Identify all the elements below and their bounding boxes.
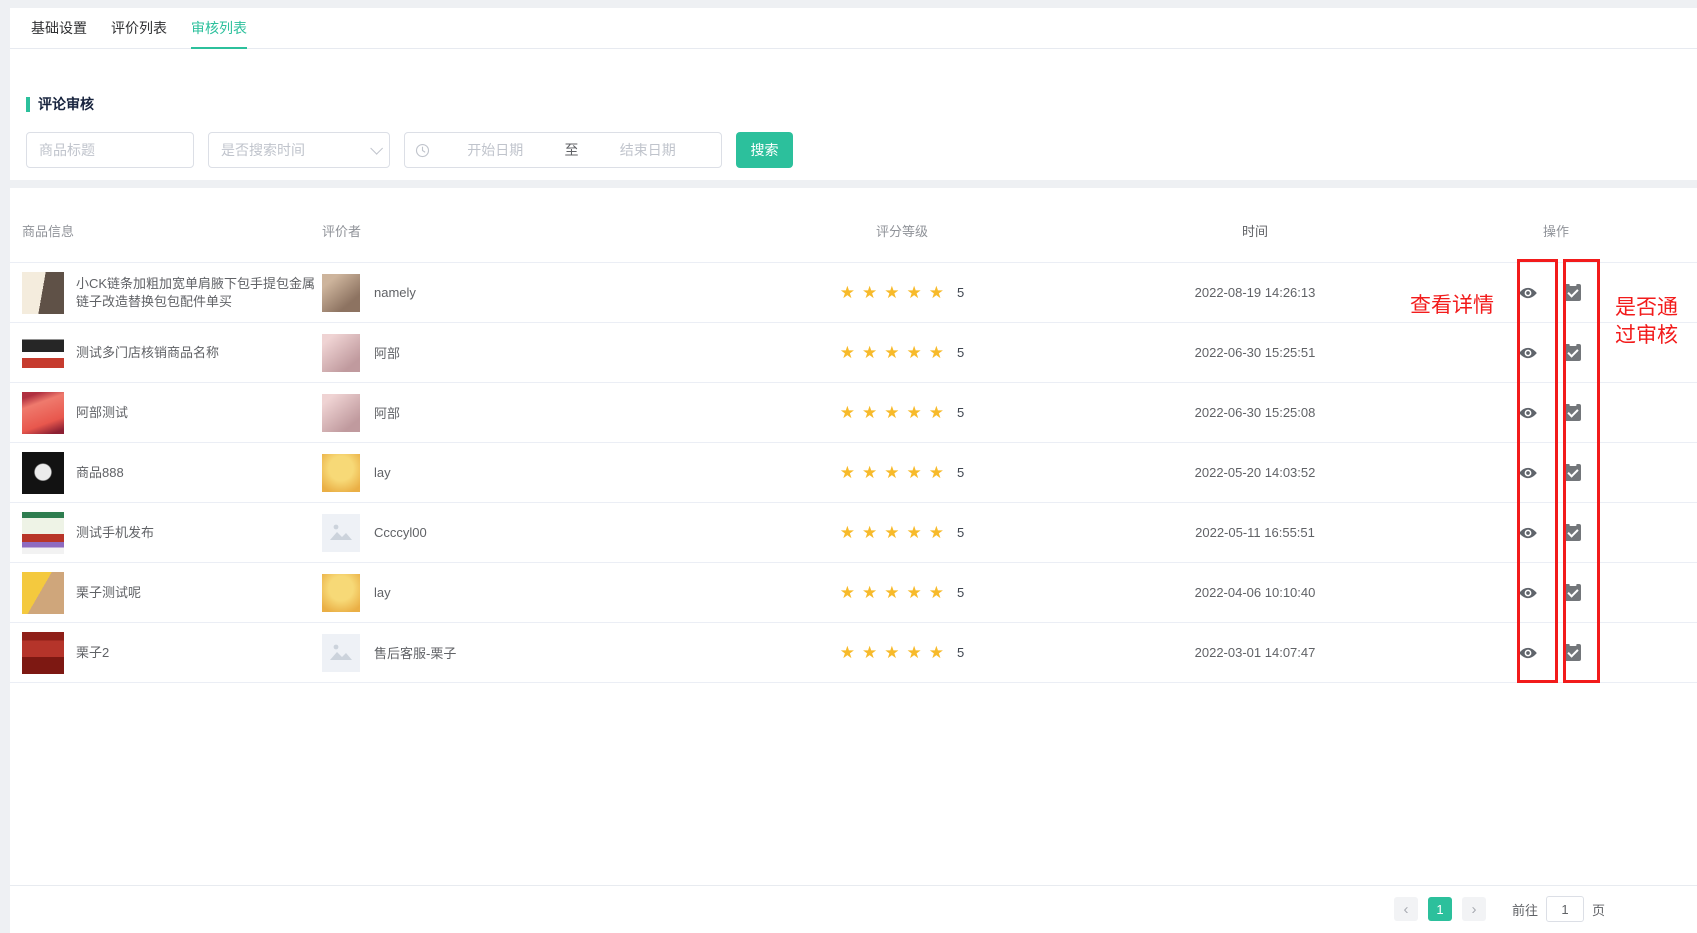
rating-score: 5 <box>957 525 964 540</box>
table-row: 阿部测试 阿部 ★★★★★ 5 2022-06-30 15:25:08 <box>10 383 1697 443</box>
product-image <box>22 632 64 674</box>
review-time: 2022-08-19 14:26:13 <box>1152 285 1358 300</box>
reviewer-avatar <box>322 454 360 492</box>
audit-annotation: 是否通 过审核 <box>1615 294 1697 350</box>
product-title: 阿部测试 <box>76 404 322 422</box>
star-rating: ★★★★★ <box>840 584 951 601</box>
review-time: 2022-05-20 14:03:52 <box>1152 465 1358 480</box>
tab-bar: 基础设置 评价列表 审核列表 <box>10 8 1697 49</box>
product-title: 栗子测试呢 <box>76 584 322 602</box>
date-start-field[interactable]: 开始日期 <box>432 140 559 160</box>
table-header: 商品信息 评价者 评分等级 时间 操作 <box>10 188 1697 263</box>
page-unit-label: 页 <box>1592 900 1605 919</box>
reviewer-name: lay <box>374 465 391 480</box>
header-rating: 评分等级 <box>652 221 1152 240</box>
rating-score: 5 <box>957 345 964 360</box>
product-title: 小CK链条加粗加宽单肩腋下包手提包金属链子改造替换包包配件单买 <box>76 275 322 311</box>
reviewer-name: namely <box>374 285 416 300</box>
review-time: 2022-06-30 15:25:08 <box>1152 405 1358 420</box>
product-image <box>22 512 64 554</box>
image-placeholder-icon <box>328 520 354 546</box>
date-end-field[interactable]: 结束日期 <box>585 140 712 160</box>
section-title: 评论审核 <box>26 94 94 114</box>
product-image <box>22 452 64 494</box>
product-image <box>22 332 64 374</box>
reviewer-name: 售后客服-栗子 <box>374 643 456 662</box>
tab-audit-list[interactable]: 审核列表 <box>191 8 247 48</box>
search-button[interactable]: 搜索 <box>736 132 793 168</box>
search-time-select[interactable]: 是否搜索时间 <box>208 132 390 168</box>
reviewer-avatar <box>322 394 360 432</box>
product-image <box>22 272 64 314</box>
product-image <box>22 392 64 434</box>
filter-card: 基础设置 评价列表 审核列表 评论审核 商品标题 是否搜索时间 开始日期 至 结… <box>10 8 1697 180</box>
rating-score: 5 <box>957 465 964 480</box>
product-title: 商品888 <box>76 464 322 482</box>
star-rating: ★★★★★ <box>840 284 951 301</box>
header-time: 时间 <box>1152 221 1358 240</box>
prev-page-button[interactable]: ‹ <box>1394 897 1418 921</box>
filter-row: 商品标题 是否搜索时间 开始日期 至 结束日期 搜索 <box>26 132 793 168</box>
view-column-highlight-rect <box>1517 259 1558 683</box>
table-row: 商品888 lay ★★★★★ 5 2022-05-20 14:03:52 <box>10 443 1697 503</box>
reviewer-name: Ccccyl00 <box>374 525 427 540</box>
audit-annotation-line2: 过审核 <box>1615 322 1697 350</box>
review-time: 2022-05-11 16:55:51 <box>1152 525 1358 540</box>
product-title: 测试手机发布 <box>76 524 322 542</box>
reviewer-name: 阿部 <box>374 343 400 362</box>
next-icon: › <box>1471 901 1476 918</box>
chevron-down-icon <box>370 142 383 155</box>
section-title-text: 评论审核 <box>38 94 94 114</box>
reviewer-name: 阿部 <box>374 403 400 422</box>
next-page-button[interactable]: › <box>1462 897 1486 921</box>
date-separator: 至 <box>559 140 585 160</box>
table-row: 测试手机发布 Ccccyl00 ★★★★★ 5 2022-05-11 16:55… <box>10 503 1697 563</box>
product-title: 测试多门店核销商品名称 <box>76 344 322 362</box>
table-row: 栗子测试呢 lay ★★★★★ 5 2022-04-06 10:10:40 <box>10 563 1697 623</box>
footer-divider <box>10 885 1697 886</box>
star-rating: ★★★★★ <box>840 344 951 361</box>
product-title: 栗子2 <box>76 644 322 662</box>
table-row: 栗子2 售后客服-栗子 ★★★★★ 5 2022-03-01 14:07:47 <box>10 623 1697 683</box>
goto-label: 前往 <box>1512 900 1538 919</box>
reviewer-avatar <box>322 274 360 312</box>
table-row: 测试多门店核销商品名称 阿部 ★★★★★ 5 2022-06-30 15:25:… <box>10 323 1697 383</box>
search-time-select-value: 是否搜索时间 <box>221 140 305 160</box>
star-rating: ★★★★★ <box>840 404 951 421</box>
clock-icon <box>415 143 430 158</box>
reviewer-avatar-placeholder <box>322 634 360 672</box>
page-number-button[interactable]: 1 <box>1428 897 1452 921</box>
star-rating: ★★★★★ <box>840 524 951 541</box>
title-accent-bar <box>26 97 30 112</box>
star-rating: ★★★★★ <box>840 464 951 481</box>
reviewer-avatar <box>322 334 360 372</box>
reviewer-avatar-placeholder <box>322 514 360 552</box>
reviewer-name: lay <box>374 585 391 600</box>
audit-column-highlight-rect <box>1563 259 1600 683</box>
header-reviewer: 评价者 <box>322 221 652 240</box>
rating-score: 5 <box>957 285 964 300</box>
review-time: 2022-06-30 15:25:51 <box>1152 345 1358 360</box>
header-action: 操作 <box>1543 221 1697 240</box>
audit-annotation-line1: 是否通 <box>1615 294 1697 322</box>
goto-page-input[interactable] <box>1546 896 1584 922</box>
pagination: ‹ 1 › 前往 页 <box>1394 896 1605 922</box>
review-time: 2022-04-06 10:10:40 <box>1152 585 1358 600</box>
image-placeholder-icon <box>328 640 354 666</box>
date-range-input[interactable]: 开始日期 至 结束日期 <box>404 132 722 168</box>
tab-basic-settings[interactable]: 基础设置 <box>31 8 87 48</box>
rating-score: 5 <box>957 585 964 600</box>
tab-review-list[interactable]: 评价列表 <box>111 8 167 48</box>
view-detail-annotation: 查看详情 <box>1410 292 1494 320</box>
prev-icon: ‹ <box>1403 901 1408 918</box>
review-audit-page: 基础设置 评价列表 审核列表 评论审核 商品标题 是否搜索时间 开始日期 至 结… <box>0 0 1697 933</box>
product-title-input[interactable]: 商品标题 <box>26 132 194 168</box>
star-rating: ★★★★★ <box>840 644 951 661</box>
header-product: 商品信息 <box>10 221 322 240</box>
rating-score: 5 <box>957 645 964 660</box>
review-time: 2022-03-01 14:07:47 <box>1152 645 1358 660</box>
product-image <box>22 572 64 614</box>
reviewer-avatar <box>322 574 360 612</box>
rating-score: 5 <box>957 405 964 420</box>
